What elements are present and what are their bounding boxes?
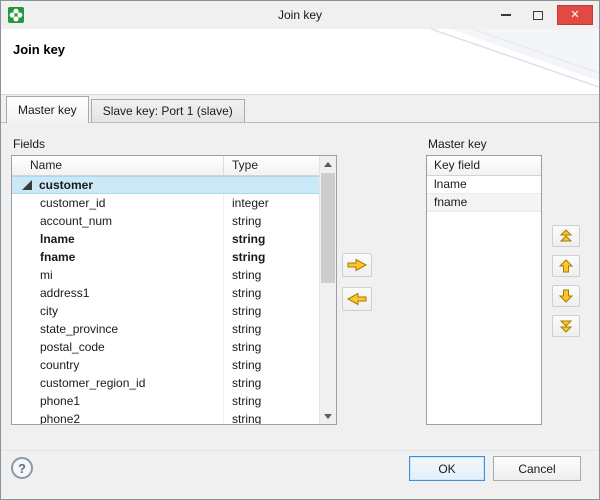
master-key-table-header: Key field — [427, 156, 541, 176]
field-type: string — [224, 320, 319, 338]
master-key-table-body: lnamefname — [427, 176, 541, 424]
table-row[interactable]: mistring — [12, 266, 319, 284]
scroll-up-icon — [324, 162, 332, 167]
caption-buttons: ✕ — [493, 5, 593, 25]
field-name: address1 — [12, 284, 224, 302]
move-down-button[interactable] — [552, 285, 580, 307]
close-icon: ✕ — [570, 6, 579, 24]
tree-node-label: customer — [39, 176, 93, 194]
scroll-down-button[interactable] — [320, 408, 336, 424]
ok-button[interactable]: OK — [409, 456, 485, 481]
field-name: account_num — [12, 212, 224, 230]
dialog-banner: Join key — [1, 29, 599, 95]
field-name: fname — [12, 248, 224, 266]
reorder-buttons — [552, 225, 580, 337]
tab-slave-key[interactable]: Slave key: Port 1 (slave) — [91, 99, 245, 122]
field-type: string — [224, 356, 319, 374]
field-type: string — [224, 410, 319, 424]
move-top-button[interactable] — [552, 225, 580, 247]
field-type: string — [224, 266, 319, 284]
field-type: integer — [224, 194, 319, 212]
minimize-button[interactable] — [493, 5, 519, 25]
table-row[interactable]: customer_region_idstring — [12, 374, 319, 392]
add-key-button[interactable] — [342, 253, 372, 277]
tree-expanded-icon[interactable] — [22, 180, 32, 190]
table-row[interactable]: address1string — [12, 284, 319, 302]
left-arrow-icon — [345, 291, 369, 307]
table-row[interactable]: postal_codestring — [12, 338, 319, 356]
table-row[interactable]: phone1string — [12, 392, 319, 410]
table-row[interactable]: lnamestring — [12, 230, 319, 248]
scroll-up-button[interactable] — [320, 156, 336, 172]
field-type: string — [224, 248, 319, 266]
key-field-row[interactable]: lname — [427, 176, 541, 194]
table-row[interactable]: account_numstring — [12, 212, 319, 230]
field-type: string — [224, 230, 319, 248]
banner-title: Join key — [13, 42, 65, 57]
scrollbar-thumb[interactable] — [321, 173, 335, 283]
titlebar[interactable]: Join key ✕ — [1, 1, 599, 29]
down-arrow-icon — [558, 288, 574, 304]
field-name: country — [12, 356, 224, 374]
close-button[interactable]: ✕ — [557, 5, 593, 25]
column-header-type[interactable]: Type — [224, 156, 319, 175]
table-row[interactable]: customer_idinteger — [12, 194, 319, 212]
master-key-table: Key field lnamefname — [426, 155, 542, 425]
table-row[interactable]: fnamestring — [12, 248, 319, 266]
move-bottom-button[interactable] — [552, 315, 580, 337]
join-key-dialog: Join key ✕ Join key Master key Slave key… — [0, 0, 600, 500]
field-name: mi — [12, 266, 224, 284]
fields-table-header: Name Type — [12, 156, 319, 176]
table-row[interactable]: phone2string — [12, 410, 319, 424]
column-header-name[interactable]: Name — [12, 156, 224, 175]
minimize-icon — [501, 14, 511, 16]
field-type: string — [224, 338, 319, 356]
field-type: string — [224, 374, 319, 392]
field-name: customer_region_id — [12, 374, 224, 392]
fields-table-body: customer customer_idintegeraccount_numst… — [12, 176, 319, 424]
master-key-label: Master key — [428, 137, 487, 151]
field-type: string — [224, 284, 319, 302]
fields-label: Fields — [13, 137, 45, 151]
transfer-buttons — [342, 253, 372, 311]
maximize-icon — [533, 11, 543, 20]
up-arrow-icon — [558, 258, 574, 274]
field-name: customer_id — [12, 194, 224, 212]
double-down-arrow-icon — [558, 319, 574, 333]
field-name: phone1 — [12, 392, 224, 410]
remove-key-button[interactable] — [342, 287, 372, 311]
field-name: state_province — [12, 320, 224, 338]
key-field-row[interactable]: fname — [427, 194, 541, 212]
field-name: lname — [12, 230, 224, 248]
cancel-button[interactable]: Cancel — [493, 456, 581, 481]
table-row[interactable]: countrystring — [12, 356, 319, 374]
maximize-button[interactable] — [525, 5, 551, 25]
right-arrow-icon — [345, 257, 369, 273]
field-name: postal_code — [12, 338, 224, 356]
scroll-down-icon — [324, 414, 332, 419]
field-type: string — [224, 302, 319, 320]
move-up-button[interactable] — [552, 255, 580, 277]
field-name: phone2 — [12, 410, 224, 424]
tab-master-key[interactable]: Master key — [6, 96, 89, 123]
column-header-key-field[interactable]: Key field — [427, 156, 541, 175]
fields-table: Name Type customer customer_idintegeracc… — [11, 155, 337, 425]
table-row[interactable]: state_provincestring — [12, 320, 319, 338]
banner-graphic — [389, 29, 599, 95]
field-type: string — [224, 212, 319, 230]
tab-bar: Master key Slave key: Port 1 (slave) — [1, 95, 599, 123]
double-up-arrow-icon — [558, 229, 574, 243]
help-icon: ? — [18, 461, 26, 476]
table-row[interactable]: citystring — [12, 302, 319, 320]
tree-node-customer[interactable]: customer — [12, 176, 319, 194]
field-type: string — [224, 392, 319, 410]
field-name: city — [12, 302, 224, 320]
fields-scrollbar[interactable] — [319, 156, 336, 424]
help-button[interactable]: ? — [11, 457, 33, 479]
footer-separator — [1, 450, 599, 451]
